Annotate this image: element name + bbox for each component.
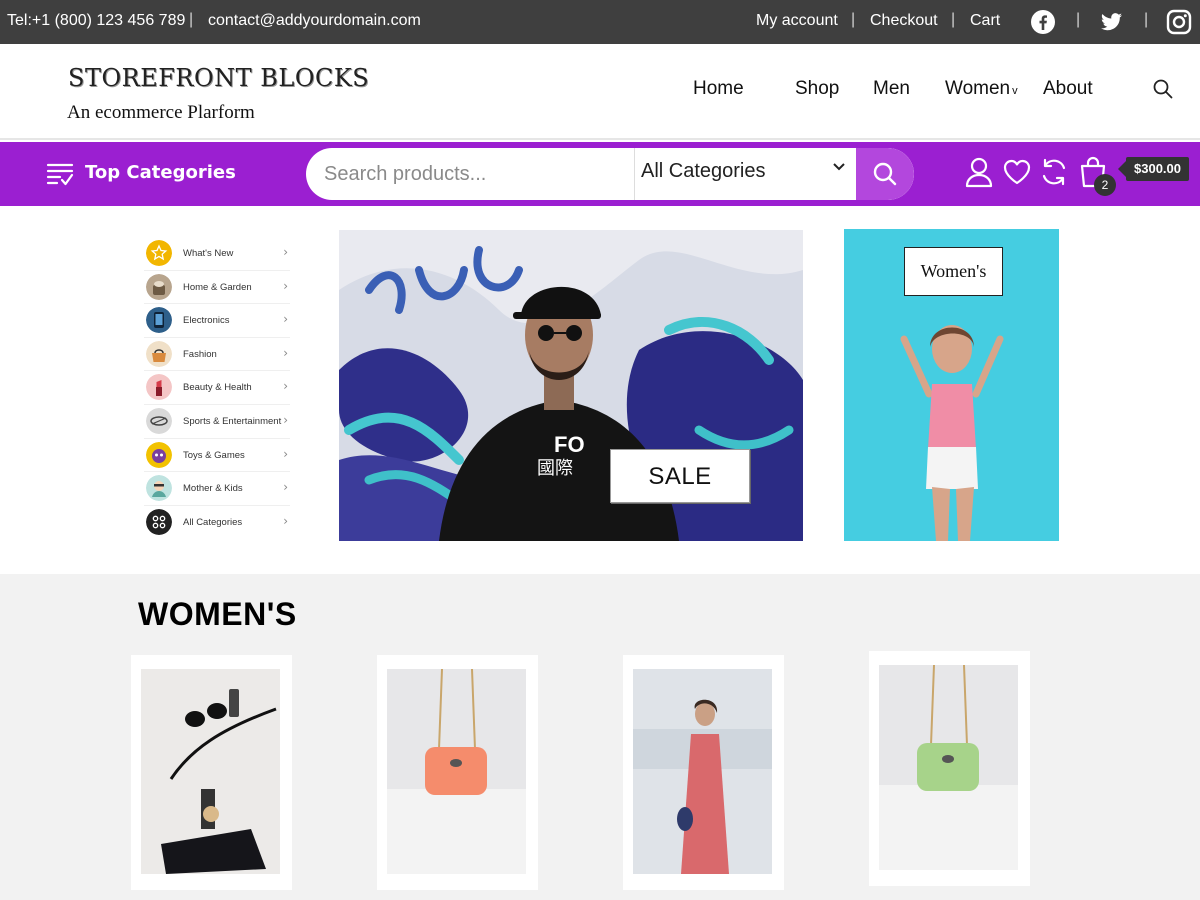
category-label: All Categories — [183, 516, 243, 528]
nav-home[interactable]: Home — [693, 78, 744, 100]
category-label: Fashion — [183, 348, 217, 360]
category-label: Electronics — [183, 315, 230, 327]
sale-label[interactable]: SALE — [610, 449, 750, 503]
chevron-right-icon: › — [283, 278, 288, 293]
facebook-icon[interactable] — [1030, 9, 1056, 35]
compare-refresh-icon[interactable] — [1039, 156, 1069, 188]
nav-men[interactable]: Men — [873, 78, 910, 100]
chevron-right-icon: › — [283, 245, 288, 259]
cart-count-badge: 2 — [1094, 174, 1116, 196]
category-item-all-categories[interactable]: All Categories › — [144, 506, 290, 540]
search-icon[interactable] — [1152, 78, 1174, 100]
top-bar: Tel:+1 (800) 123 456 789 | contact@addyo… — [0, 0, 1200, 44]
category-search-bar: Top Categories All Categories — [0, 142, 1200, 206]
wishlist-heart-icon[interactable] — [1002, 156, 1032, 188]
product-search: All Categories — [306, 148, 914, 200]
category-select[interactable]: All Categories — [634, 148, 856, 200]
home-garden-icon — [146, 273, 172, 300]
search-input[interactable] — [324, 148, 634, 200]
product-image[interactable] — [141, 669, 280, 874]
category-label: Toys & Games — [183, 449, 245, 461]
category-item-mother-kids[interactable]: Mother & Kids › — [144, 472, 290, 506]
cart-link[interactable]: Cart — [970, 12, 1000, 30]
nav-women[interactable]: Women v — [945, 78, 1018, 100]
category-item-electronics[interactable]: Electronics › — [144, 304, 290, 338]
nav-women-label: Women — [945, 78, 1011, 99]
site-header: STOREFRONT BLOCKS An ecommerce Plarform … — [0, 44, 1200, 140]
search-icon — [873, 162, 897, 186]
womens-banner-label[interactable]: Women's — [904, 247, 1003, 296]
chevron-right-icon: › — [283, 312, 288, 327]
category-label: Home & Garden — [183, 281, 252, 293]
nav-shop[interactable]: Shop — [795, 78, 839, 100]
category-item-sports-entertainment[interactable]: Sports & Entertainment › — [144, 405, 290, 439]
top-categories-label[interactable]: Top Categories — [85, 162, 236, 183]
separator: | — [1144, 11, 1149, 28]
svg-text:國際: 國際 — [537, 458, 573, 479]
separator: | — [189, 11, 194, 28]
chevron-right-icon: › — [283, 345, 288, 360]
twitter-icon[interactable] — [1098, 9, 1124, 35]
search-button[interactable] — [856, 148, 914, 200]
category-list-icon[interactable] — [46, 162, 74, 188]
contact-phone: Tel:+1 (800) 123 456 789 — [7, 12, 186, 29]
svg-text:FO: FO — [554, 432, 585, 457]
checkout-link[interactable]: Checkout — [870, 12, 938, 30]
category-item-beauty-health[interactable]: Beauty & Health › — [144, 371, 290, 405]
product-card[interactable] — [377, 655, 538, 890]
category-select-value: All Categories — [641, 160, 766, 182]
chevron-right-icon: › — [283, 446, 288, 461]
my-account-link[interactable]: My account — [756, 12, 838, 30]
contact-email[interactable]: contact@addyourdomain.com — [208, 12, 421, 30]
category-item-home-garden[interactable]: Home & Garden › — [144, 271, 290, 305]
chevron-right-icon: › — [283, 412, 288, 427]
electronics-icon — [146, 307, 172, 334]
category-label: Mother & Kids — [183, 483, 243, 495]
chevron-right-icon: › — [283, 379, 288, 394]
user-account-icon[interactable] — [964, 156, 994, 188]
category-label: Sports & Entertainment — [183, 415, 282, 427]
product-image[interactable] — [633, 669, 772, 874]
chevron-down-icon — [833, 163, 845, 171]
category-label: Beauty & Health — [183, 382, 252, 394]
category-item-toys-games[interactable]: Toys & Games › — [144, 439, 290, 473]
product-image[interactable] — [387, 669, 526, 874]
category-item-fashion[interactable]: Fashion › — [144, 338, 290, 372]
toy-icon — [146, 441, 172, 468]
instagram-icon[interactable] — [1166, 9, 1192, 35]
nav-about[interactable]: About — [1043, 78, 1093, 100]
site-tagline: An ecommerce Plarform — [67, 102, 255, 123]
separator: | — [951, 11, 956, 28]
grid-icon — [146, 508, 172, 535]
product-image[interactable] — [879, 665, 1018, 870]
sports-icon — [146, 407, 172, 434]
kids-icon — [146, 475, 172, 502]
lipstick-icon — [146, 374, 172, 401]
section-title: WOMEN'S — [138, 596, 297, 632]
category-list: What's New › Home & Garden › Electronics… — [144, 237, 290, 539]
category-label: What's New — [183, 248, 234, 259]
site-title[interactable]: STOREFRONT BLOCKS — [68, 64, 369, 92]
separator: | — [1076, 11, 1081, 28]
product-card[interactable] — [623, 655, 784, 890]
separator: | — [851, 11, 856, 28]
category-item-whats-new[interactable]: What's New › — [144, 237, 290, 271]
product-card[interactable] — [131, 655, 292, 890]
chevron-down-icon: v — [1012, 85, 1018, 97]
star-icon — [146, 240, 172, 266]
cart-total[interactable]: $300.00 — [1118, 157, 1189, 181]
chevron-right-icon: › — [283, 480, 288, 495]
handbag-icon — [146, 340, 172, 367]
chevron-right-icon: › — [283, 513, 288, 528]
product-card[interactable] — [869, 651, 1030, 886]
